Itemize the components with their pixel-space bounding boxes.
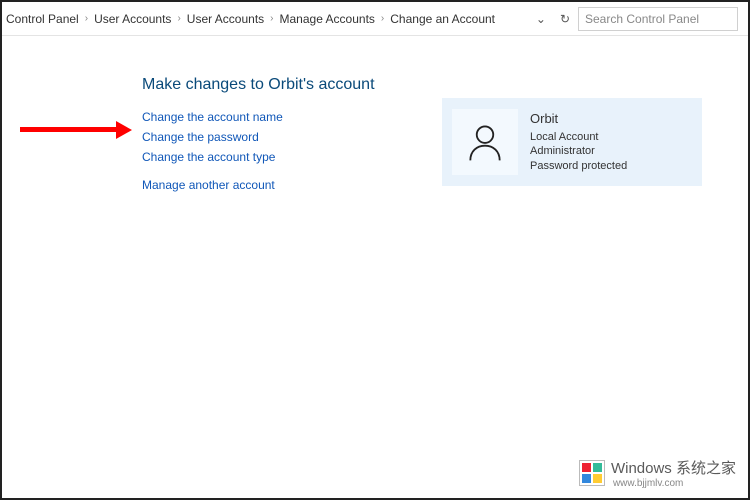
account-password-status: Password protected	[530, 159, 627, 174]
breadcrumb-item[interactable]: User Accounts	[187, 12, 264, 26]
page-title: Make changes to Orbit's account	[142, 76, 748, 94]
avatar	[452, 109, 518, 175]
breadcrumb-item[interactable]: Change an Account	[390, 12, 495, 26]
breadcrumb-item[interactable]: User Accounts	[94, 12, 171, 26]
search-placeholder: Search Control Panel	[585, 12, 699, 26]
chevron-right-icon: ›	[85, 13, 88, 24]
chevron-right-icon: ›	[177, 13, 180, 24]
watermark-brand: Windows	[611, 460, 672, 477]
account-role-label: Administrator	[530, 144, 627, 159]
main-content: Make changes to Orbit's account Change t…	[2, 36, 748, 192]
breadcrumb: Control Panel › User Accounts › User Acc…	[6, 12, 528, 26]
history-dropdown-icon[interactable]: ⌄	[536, 12, 546, 26]
watermark-suffix: 系统之家	[676, 460, 736, 477]
account-card[interactable]: Orbit Local Account Administrator Passwo…	[442, 98, 702, 186]
search-input[interactable]: Search Control Panel	[578, 7, 738, 31]
account-type-label: Local Account	[530, 130, 627, 145]
watermark: Windows 系统之家 www.bjjmlv.com	[573, 454, 742, 492]
account-name: Orbit	[530, 110, 627, 128]
chevron-right-icon: ›	[381, 13, 384, 24]
breadcrumb-item[interactable]: Manage Accounts	[280, 12, 375, 26]
account-info: Orbit Local Account Administrator Passwo…	[530, 110, 627, 174]
watermark-url: www.bjjmlv.com	[613, 478, 736, 489]
breadcrumb-item[interactable]: Control Panel	[6, 12, 79, 26]
user-icon	[463, 120, 507, 164]
address-bar: Control Panel › User Accounts › User Acc…	[2, 2, 748, 36]
chevron-right-icon: ›	[270, 13, 273, 24]
refresh-icon[interactable]: ↻	[560, 12, 570, 26]
windows-logo-icon	[579, 460, 605, 486]
